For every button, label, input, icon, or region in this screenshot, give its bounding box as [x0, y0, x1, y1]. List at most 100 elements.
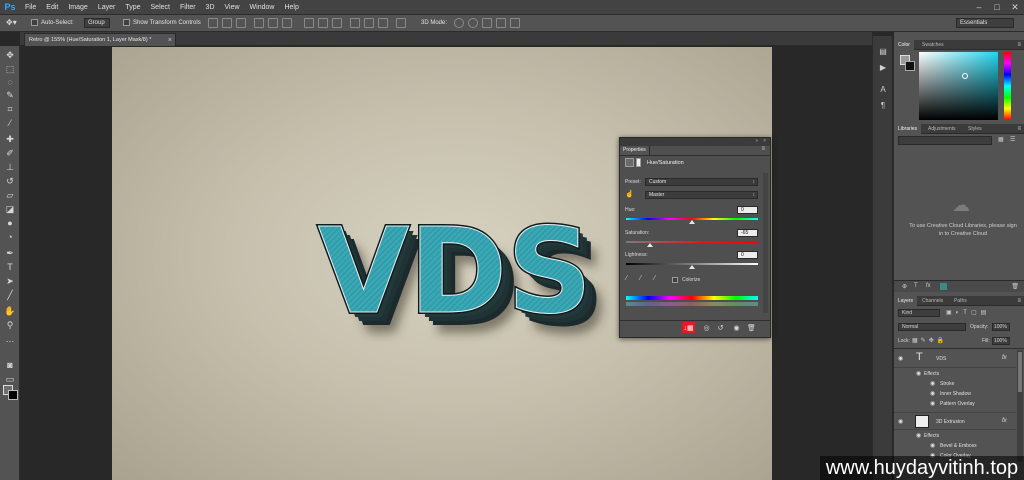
distribute-vcenter-icon[interactable] — [318, 18, 328, 28]
color-picker-cursor[interactable] — [962, 73, 968, 79]
properties-panel-header[interactable]: » × — [620, 138, 770, 146]
minimize-button[interactable]: – — [970, 0, 988, 15]
menu-select[interactable]: Select — [146, 0, 175, 15]
layers-scrollbar[interactable] — [1017, 350, 1023, 462]
menu-filter[interactable]: Filter — [175, 0, 201, 15]
menu-edit[interactable]: Edit — [41, 0, 63, 15]
saturation-slider[interactable] — [626, 241, 758, 243]
distribute-top-icon[interactable] — [304, 18, 314, 28]
mask-icon[interactable] — [636, 158, 641, 167]
paint-bucket-icon[interactable]: ◪ — [3, 203, 17, 215]
distribute-bottom-icon[interactable] — [332, 18, 342, 28]
eyedropper-minus-icon[interactable]: ⁄ — [654, 275, 655, 282]
tab-color[interactable]: Color — [894, 40, 914, 50]
more-icon[interactable]: … — [3, 333, 17, 345]
color-picker-field[interactable] — [919, 52, 998, 120]
auto-align-icon[interactable] — [396, 18, 406, 28]
channel-dropdown[interactable]: Master — [645, 191, 758, 199]
distribute-left-icon[interactable] — [350, 18, 360, 28]
trash-icon[interactable]: 🗑 — [745, 322, 758, 333]
menu-help[interactable]: Help — [279, 0, 303, 15]
dodge-icon[interactable]: ◔ — [3, 231, 17, 243]
crop-icon[interactable]: ⌗ — [3, 103, 17, 115]
visibility-eye-icon[interactable]: ◉ — [898, 418, 903, 425]
visibility-eye-icon[interactable]: ◉ — [930, 400, 935, 407]
menu-type[interactable]: Type — [120, 0, 145, 15]
layer-filter-icons[interactable]: ▣◐T▢▤ — [946, 309, 990, 316]
background-color-swatch[interactable] — [8, 390, 18, 400]
tab-properties[interactable]: Properties — [620, 146, 650, 155]
blur-icon[interactable]: ● — [3, 217, 17, 229]
eyedropper-plus-icon[interactable]: ⁄ — [640, 275, 641, 282]
healing-icon[interactable]: ✚ — [3, 133, 17, 145]
eraser-icon[interactable]: ▱ — [3, 189, 17, 201]
pen-icon[interactable]: ✒ — [3, 247, 17, 259]
layer-name[interactable]: 3D Extrusion — [936, 419, 965, 425]
align-left-icon[interactable] — [254, 18, 264, 28]
align-top-icon[interactable] — [208, 18, 218, 28]
3d-roll-icon[interactable] — [468, 18, 478, 28]
3d-scale-icon[interactable] — [510, 18, 520, 28]
clip-to-layer-button[interactable]: ↓▦ — [682, 322, 695, 333]
document-tab[interactable]: Retro @ 155% (Hue/Saturation 1, Layer Ma… — [24, 33, 176, 46]
auto-select-checkbox[interactable] — [31, 19, 38, 26]
layer-row[interactable]: ◉ 3D Extrusion fx — [894, 412, 1016, 430]
eyedropper-icon[interactable]: ⁄ — [3, 117, 17, 129]
layer-filter-dropdown[interactable]: Kind — [898, 309, 940, 317]
visibility-eye-icon[interactable]: ◉ — [930, 390, 935, 397]
visibility-eye-icon[interactable]: ◉ — [730, 322, 743, 333]
eyedropper-icon[interactable]: ⁄ — [626, 275, 627, 282]
brush-icon[interactable]: ✐ — [3, 147, 17, 159]
type-icon[interactable]: T — [3, 261, 17, 273]
layer-fx-icon[interactable]: fx — [1002, 418, 1007, 424]
menu-image[interactable]: Image — [63, 0, 92, 15]
panel-menu-icon[interactable]: ≡ — [1017, 298, 1021, 304]
tab-layers[interactable]: Layers — [894, 296, 918, 306]
trash-icon[interactable]: 🗑 — [1011, 283, 1019, 290]
move-icon[interactable]: ✥ — [3, 49, 17, 61]
character-icon[interactable]: A — [878, 84, 888, 94]
quick-mask-icon[interactable]: ◙ — [3, 359, 17, 371]
targeted-adjust-icon[interactable]: ☝ — [625, 190, 634, 198]
background-color-swatch[interactable] — [905, 61, 915, 71]
panel-scrollbar[interactable] — [763, 173, 768, 313]
panel-menu-icon[interactable]: ≡ — [1017, 42, 1021, 48]
colorize-checkbox[interactable] — [672, 277, 678, 283]
hue-strip[interactable] — [1004, 52, 1011, 120]
3d-orbit-icon[interactable] — [454, 18, 464, 28]
view-previous-state-icon[interactable]: ◎ — [700, 322, 713, 333]
visibility-eye-icon[interactable]: ◉ — [930, 442, 935, 449]
tab-adjustments[interactable]: Adjustments — [924, 124, 960, 134]
clone-stamp-icon[interactable]: ⊥ — [3, 161, 17, 173]
hue-slider-thumb[interactable] — [689, 220, 695, 224]
panel-menu-icon[interactable]: ≡ — [1017, 126, 1021, 132]
fill-input[interactable]: 100% — [992, 337, 1010, 345]
opacity-input[interactable]: 100% — [992, 323, 1010, 331]
menu-layer[interactable]: Layer — [93, 0, 121, 15]
zoom-icon[interactable]: ⚲ — [3, 319, 17, 331]
hue-input[interactable]: 0 — [737, 206, 758, 214]
close-window-button[interactable]: ✕ — [1006, 0, 1024, 15]
align-right-icon[interactable] — [282, 18, 292, 28]
distribute-right-icon[interactable] — [378, 18, 388, 28]
actions-icon[interactable]: ▶ — [878, 62, 888, 72]
layer-name[interactable]: VDS — [936, 356, 946, 362]
menu-view[interactable]: View — [220, 0, 245, 15]
screen-mode-icon[interactable]: ▭ — [3, 373, 17, 385]
3d-pan-icon[interactable] — [482, 18, 492, 28]
list-view-icon[interactable]: ☰ — [1010, 136, 1015, 143]
menu-file[interactable]: File — [20, 0, 41, 15]
tab-libraries[interactable]: Libraries — [894, 124, 922, 134]
history-brush-icon[interactable]: ↺ — [3, 175, 17, 187]
marquee-icon[interactable]: ⬚ — [3, 63, 17, 75]
menu-3d[interactable]: 3D — [201, 0, 220, 15]
paragraph-icon[interactable]: ¶ — [878, 100, 888, 110]
saturation-slider-thumb[interactable] — [647, 243, 653, 247]
visibility-eye-icon[interactable]: ◉ — [916, 432, 921, 439]
add-text-icon[interactable]: T — [914, 283, 918, 289]
tab-swatches[interactable]: Swatches — [918, 40, 948, 50]
saturation-input[interactable]: -65 — [737, 229, 758, 237]
lightness-input[interactable]: 0 — [737, 251, 758, 259]
align-hcenter-icon[interactable] — [268, 18, 278, 28]
layer-fx-icon[interactable]: fx — [1002, 355, 1007, 361]
